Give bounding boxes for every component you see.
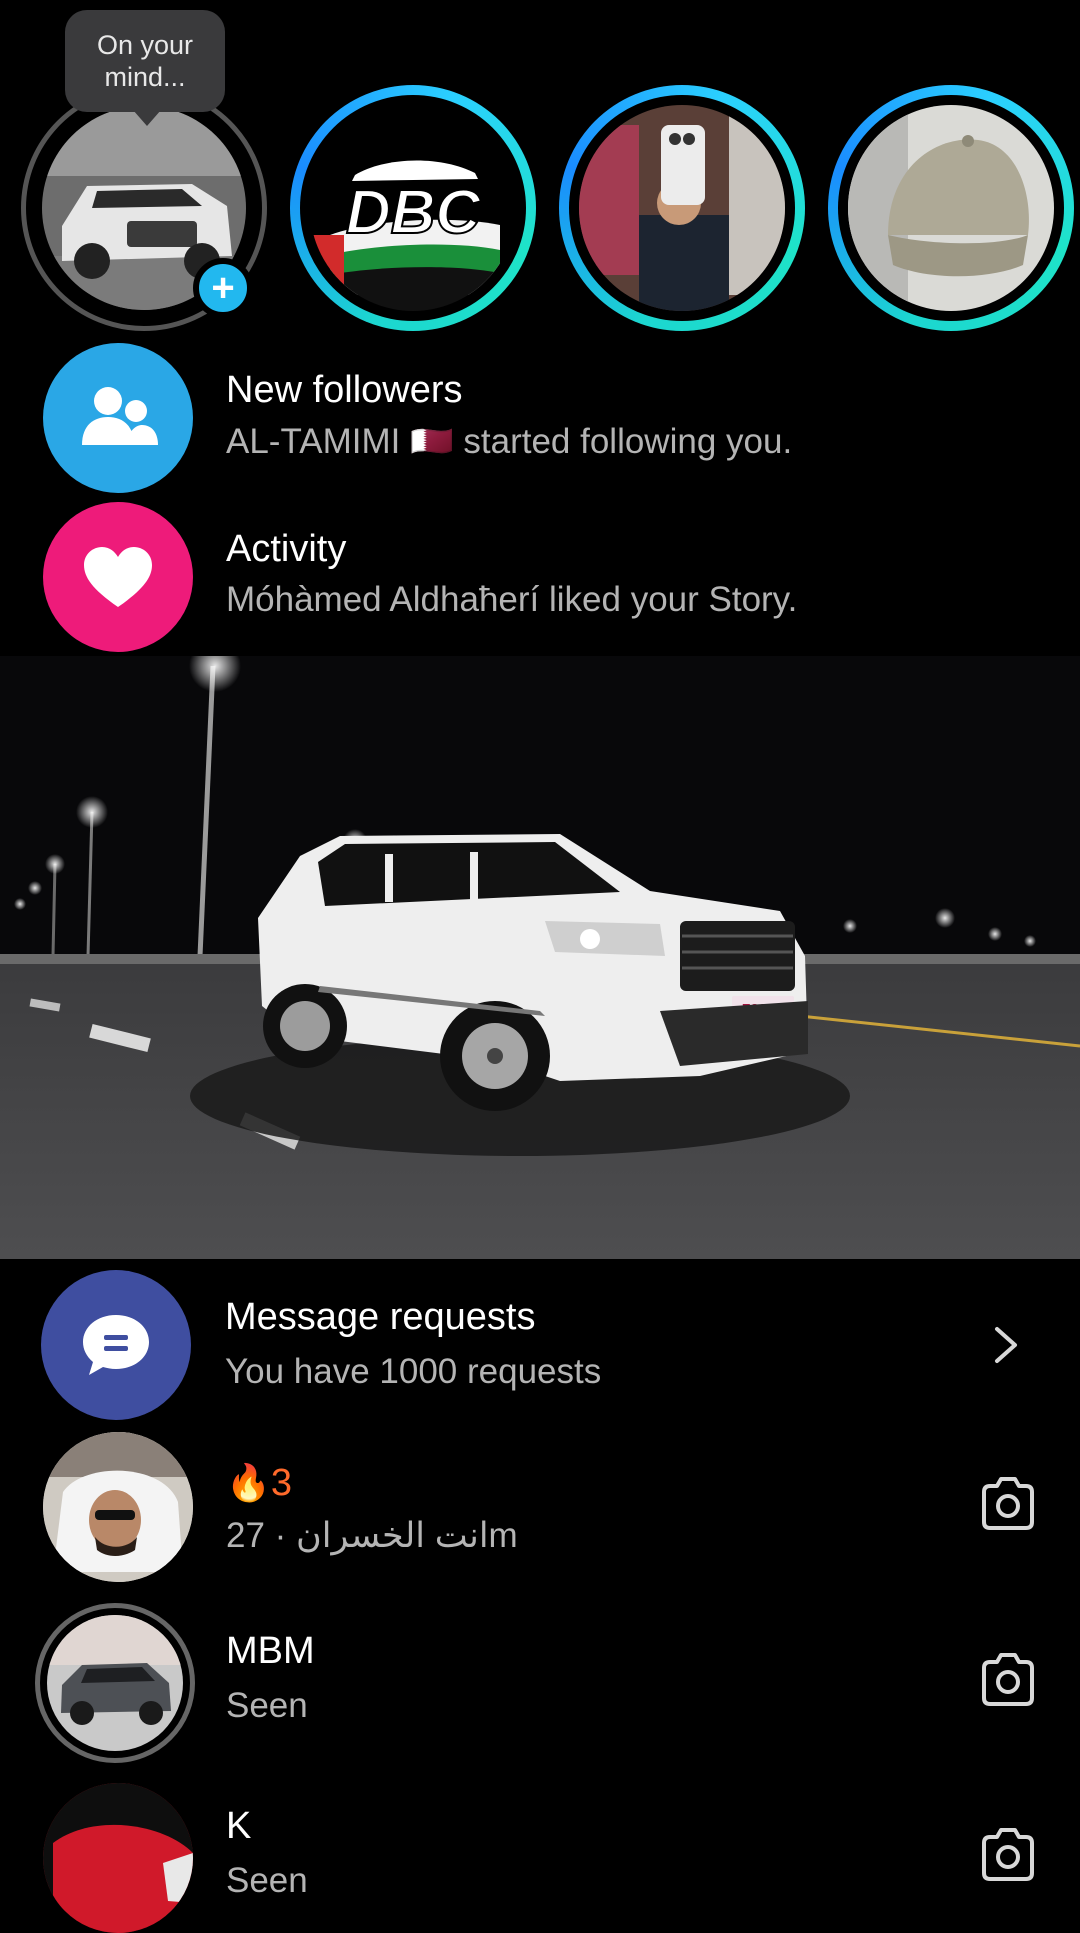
message-requests-avatar — [41, 1270, 191, 1420]
chat-title: K — [226, 1805, 252, 1847]
chat-avatar-photo — [43, 1783, 193, 1933]
heart-icon — [84, 547, 152, 607]
message-requests-title: Message requests — [225, 1296, 536, 1338]
story-avatar-cap[interactable] — [828, 85, 1074, 331]
activity-row[interactable]: Activity Móhàmed Aldhaħerí liked your St… — [0, 502, 1080, 652]
chat-avatar — [43, 1783, 193, 1933]
new-followers-row[interactable]: New followers AL-TAMIMI 🇶🇦 started follo… — [0, 343, 1080, 493]
activity-title: Activity — [226, 528, 347, 570]
chat-avatar-photo — [43, 1432, 193, 1582]
stories-row: On your mind... + DBC — [0, 0, 1080, 340]
streak-fire-icon: 🔥 — [226, 1462, 271, 1503]
featured-car-photo[interactable]: 72000 — [0, 656, 1080, 1259]
chat-avatar — [35, 1603, 195, 1763]
chevron-right-icon[interactable] — [991, 1313, 1023, 1377]
camera-icon[interactable] — [976, 1472, 1040, 1536]
chat-row[interactable]: 🔥3 انت الخسران · 27m — [0, 1432, 1080, 1582]
chat-title: 🔥3 — [226, 1462, 292, 1505]
message-requests-row[interactable]: Message requests You have 1000 requests — [0, 1270, 1080, 1420]
streak-count: 3 — [270, 1462, 292, 1504]
new-followers-avatar — [43, 343, 193, 493]
chat-row[interactable]: K Seen — [0, 1783, 1080, 1933]
chat-avatar-photo — [47, 1615, 183, 1751]
new-followers-title: New followers — [226, 369, 463, 411]
camera-icon[interactable] — [976, 1823, 1040, 1887]
chat-subtitle: Seen — [226, 1686, 308, 1725]
new-followers-subtitle: AL-TAMIMI 🇶🇦 started following you. — [226, 422, 793, 461]
story-avatar-dbc[interactable]: DBC — [290, 85, 536, 331]
dbc-logo-text: DBC — [346, 178, 482, 247]
chat-subtitle: Seen — [226, 1861, 308, 1900]
night-road-suv-image: 72000 — [0, 656, 1080, 1259]
activity-subtitle: Móhàmed Aldhaħerí liked your Story. — [226, 580, 798, 619]
dbc-logo-icon: DBC — [310, 160, 500, 311]
chat-avatar — [43, 1432, 193, 1582]
story-avatar-selfie[interactable] — [559, 85, 805, 331]
cap-story-photo — [848, 105, 1054, 311]
on-your-mind-text: On your mind... — [96, 30, 194, 92]
message-requests-subtitle: You have 1000 requests — [225, 1352, 602, 1391]
activity-avatar — [43, 502, 193, 652]
chat-subtitle: انت الخسران · 27m — [226, 1516, 518, 1555]
chat-row[interactable]: MBM Seen — [0, 1603, 1080, 1763]
on-your-mind-bubble[interactable]: On your mind... — [65, 10, 225, 126]
chat-title: MBM — [226, 1630, 315, 1672]
chat-bubble-icon — [83, 1315, 149, 1375]
add-story-plus-icon[interactable]: + — [193, 258, 253, 318]
selfie-story-photo — [579, 105, 785, 311]
camera-icon[interactable] — [976, 1648, 1040, 1712]
people-icon — [82, 387, 158, 445]
